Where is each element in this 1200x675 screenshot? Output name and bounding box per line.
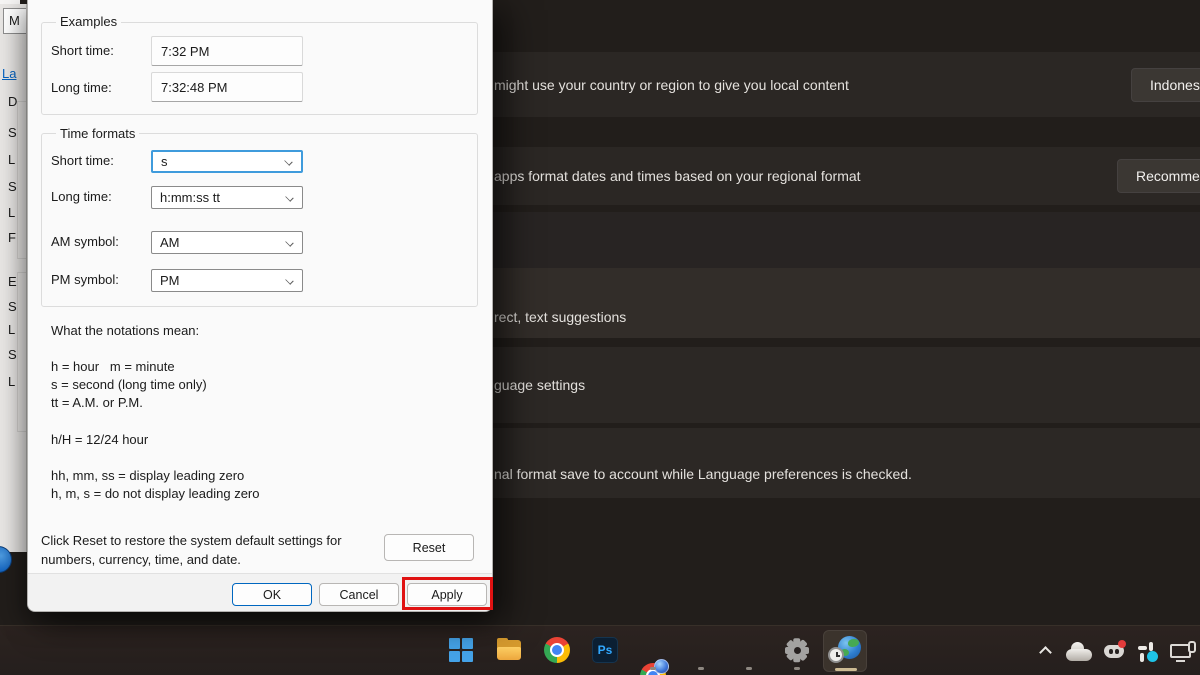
group-box-edge bbox=[17, 101, 27, 259]
pm-symbol-combo[interactable]: PM bbox=[151, 269, 303, 292]
am-symbol-combo[interactable]: AM bbox=[151, 231, 303, 254]
onedrive-cloud-icon[interactable] bbox=[1066, 649, 1092, 661]
region-dialog-partial-window: M La D S L S L F E S L S L bbox=[0, 4, 27, 552]
chevron-down-icon bbox=[285, 276, 293, 284]
pm-symbol-label: PM symbol: bbox=[51, 272, 119, 287]
settings-row-text: nal format save to account while Languag… bbox=[478, 466, 912, 482]
slack-tray-icon[interactable] bbox=[1138, 642, 1160, 664]
discord-tray-badge bbox=[1118, 640, 1126, 648]
partial-label: L bbox=[8, 374, 15, 389]
dialog-footer: OK Cancel Apply bbox=[28, 573, 492, 611]
time-formats-group-label: Time formats bbox=[56, 126, 139, 141]
cancel-button[interactable]: Cancel bbox=[319, 583, 399, 606]
partial-label: F bbox=[8, 230, 16, 245]
chevron-down-icon bbox=[285, 238, 293, 246]
am-symbol-label: AM symbol: bbox=[51, 234, 119, 249]
slack-status-dot bbox=[1147, 651, 1158, 662]
partial-label: L bbox=[8, 152, 15, 167]
notation-line: s = second (long time only) bbox=[51, 377, 207, 392]
long-time-example-value: 7:32:48 PM bbox=[161, 80, 228, 95]
short-time-format-label: Short time: bbox=[51, 153, 114, 168]
partial-label: S bbox=[8, 125, 17, 140]
settings-row-text: rect, text suggestions bbox=[478, 309, 626, 325]
notation-line: hh, mm, ss = display leading zero bbox=[51, 468, 244, 483]
red-highlight-annotation bbox=[402, 577, 493, 610]
am-symbol-value: AM bbox=[160, 235, 180, 250]
customize-format-dialog: Examples Short time: 7:32 PM Long time: … bbox=[27, 0, 493, 612]
ok-button[interactable]: OK bbox=[232, 583, 312, 606]
settings-row-text: might use your country or region to give… bbox=[478, 77, 849, 93]
clock-icon bbox=[828, 647, 844, 663]
background-window-top-edge bbox=[0, 0, 20, 4]
partial-label: S bbox=[8, 299, 17, 314]
settings-row-language-settings[interactable]: guage settings bbox=[478, 347, 1200, 423]
partial-label: L bbox=[8, 322, 15, 337]
running-indicator bbox=[650, 667, 656, 670]
long-time-format-value: h:mm:ss tt bbox=[160, 190, 220, 205]
show-hidden-icons-chevron[interactable] bbox=[1039, 646, 1052, 659]
format-combo-partial[interactable]: M bbox=[3, 8, 27, 34]
settings-gear-icon[interactable] bbox=[784, 637, 810, 663]
country-dropdown-button[interactable]: Indones bbox=[1131, 68, 1200, 102]
settings-row-expanded[interactable] bbox=[478, 212, 1200, 268]
short-time-format-value: s bbox=[161, 154, 168, 169]
short-time-example-value: 7:32 PM bbox=[161, 44, 209, 59]
running-indicator bbox=[698, 667, 704, 670]
long-time-example-label: Long time: bbox=[51, 80, 112, 95]
long-time-format-combo[interactable]: h:mm:ss tt bbox=[151, 186, 303, 209]
active-window-indicator bbox=[835, 668, 857, 671]
short-time-example-field: 7:32 PM bbox=[151, 36, 303, 66]
chrome-icon[interactable] bbox=[544, 637, 570, 663]
date-time-region-active-app[interactable] bbox=[823, 630, 867, 672]
short-time-format-combo[interactable]: s bbox=[151, 150, 303, 173]
partial-label: L bbox=[8, 205, 15, 220]
long-time-format-label: Long time: bbox=[51, 189, 112, 204]
regional-format-dropdown-button[interactable]: Recommen bbox=[1117, 159, 1200, 193]
running-indicator bbox=[746, 667, 752, 670]
reset-button[interactable]: Reset bbox=[384, 534, 474, 561]
settings-row-regional-format[interactable]: apps format dates and times based on you… bbox=[478, 147, 1200, 205]
partial-label: S bbox=[8, 179, 17, 194]
language-preferences-link-partial[interactable]: La bbox=[2, 66, 16, 81]
settings-row-account-format[interactable]: nal format save to account while Languag… bbox=[478, 428, 1200, 498]
notation-line: h, m, s = do not display leading zero bbox=[51, 486, 259, 501]
pm-symbol-value: PM bbox=[160, 273, 180, 288]
notation-line: h/H = 12/24 hour bbox=[51, 432, 148, 447]
chevron-down-icon bbox=[284, 157, 292, 165]
settings-row-typing[interactable]: rect, text suggestions bbox=[478, 268, 1200, 338]
settings-row-country-region[interactable]: might use your country or region to give… bbox=[478, 52, 1200, 117]
globe-badge-icon bbox=[654, 659, 669, 674]
running-indicator bbox=[794, 667, 800, 670]
partial-label: D bbox=[8, 94, 17, 109]
partial-label: S bbox=[8, 347, 17, 362]
short-time-example-label: Short time: bbox=[51, 43, 114, 58]
partial-label: E bbox=[8, 274, 17, 289]
discord-tray-icon[interactable] bbox=[1103, 642, 1125, 662]
settings-row-text: guage settings bbox=[478, 377, 585, 393]
hardware-plug-icon bbox=[1188, 641, 1196, 653]
long-time-example-field: 7:32:48 PM bbox=[151, 72, 303, 102]
reset-description: Click Reset to restore the system defaul… bbox=[41, 531, 385, 569]
display-hardware-icon bbox=[1176, 660, 1185, 662]
examples-group-label: Examples bbox=[56, 14, 121, 29]
settings-row-text: apps format dates and times based on you… bbox=[478, 168, 861, 184]
chevron-down-icon bbox=[285, 193, 293, 201]
group-box-edge bbox=[17, 272, 27, 432]
photoshop-icon[interactable]: Ps bbox=[592, 637, 618, 663]
notation-title: What the notations mean: bbox=[51, 323, 199, 338]
taskbar: Ps A 2 bbox=[0, 625, 1200, 675]
start-button-icon[interactable] bbox=[448, 637, 474, 663]
notation-line: tt = A.M. or P.M. bbox=[51, 395, 143, 410]
file-explorer-icon[interactable] bbox=[496, 637, 522, 663]
notation-line: h = hour m = minute bbox=[51, 359, 175, 374]
